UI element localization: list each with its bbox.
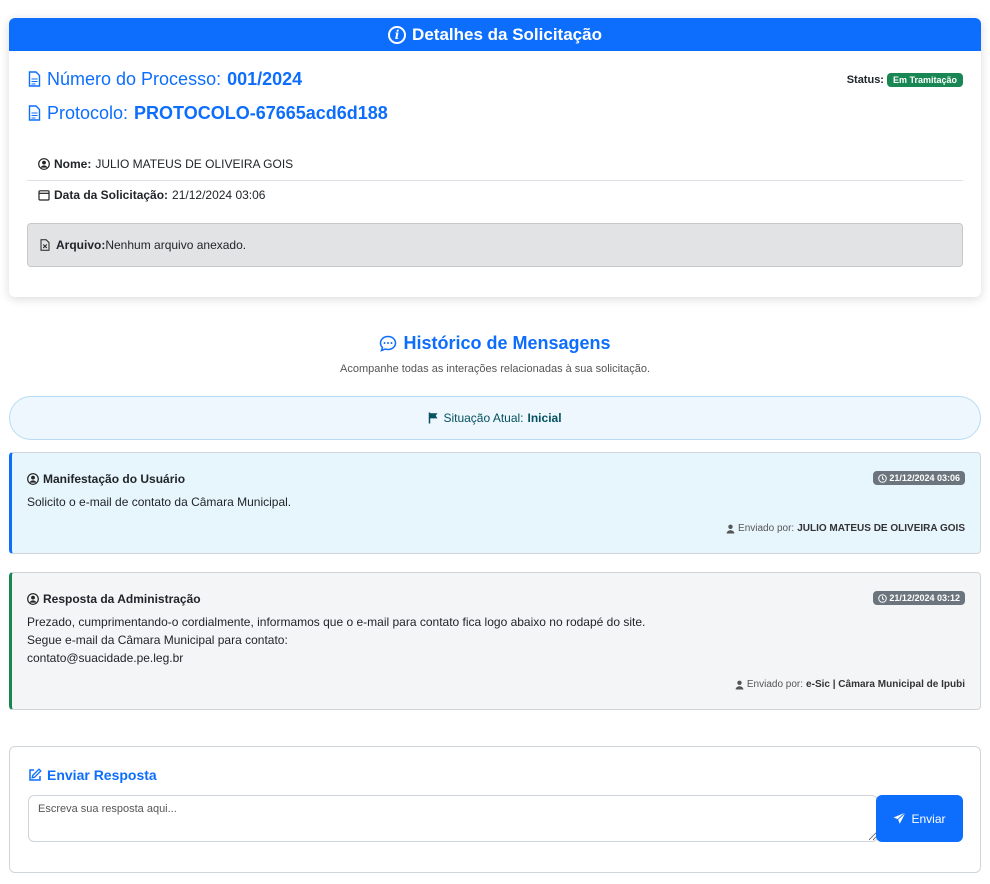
divider [27,180,963,181]
message-header: Manifestação do Usuário [27,472,185,486]
chat-dots-icon [380,335,397,352]
user-circle-icon [27,473,39,485]
details-header: i Detalhes da Solicitação [9,18,981,51]
document-icon [28,105,41,121]
name-value: JULIO MATEUS DE OLIVEIRA GOIS [95,157,294,171]
file-x-icon [40,239,50,251]
person-icon [735,680,744,689]
sender-name: JULIO MATEUS DE OLIVEIRA GOIS [797,523,965,534]
status-label: Status: [846,74,884,86]
message-time-badge: 21/12/2024 03:12 [873,591,965,605]
details-card: i Detalhes da Solicitação Número do Proc… [9,18,981,297]
history-title-text: Histórico de Mensagens [403,333,611,353]
message-time: 21/12/2024 03:06 [889,473,960,483]
message-line: Solicito o e-mail de contato da Câmara M… [27,495,292,509]
message-card: Resposta da Administração 21/12/2024 03:… [9,572,981,710]
message-sender: Enviado por: e-Sic | Câmara Municipal de… [735,679,965,690]
attachment-box: Arquivo:Nenhum arquivo anexado. [27,223,963,267]
user-circle-icon [38,158,50,170]
message-line: Segue e-mail da Câmara Municipal para co… [27,633,288,647]
user-circle-icon [27,593,39,605]
calendar-icon [38,190,50,201]
pencil-square-icon [29,768,42,781]
document-icon [28,71,41,87]
message-time-badge: 21/12/2024 03:06 [873,471,965,485]
protocol-label: Protocolo: [47,103,129,123]
process-label: Número do Processo: [47,69,222,89]
send-button[interactable]: Enviar [876,795,963,842]
current-status-banner: Situação Atual: Inicial [9,396,981,440]
message-header: Resposta da Administração [27,592,201,606]
attachment-label: Arquivo: [56,238,106,252]
protocol-value: PROTOCOLO-67665acd6d188 [134,103,388,123]
message-sender: Enviado por: JULIO MATEUS DE OLIVEIRA GO… [726,523,965,534]
message-title: Manifestação do Usuário [43,472,186,486]
reply-card: Enviar Resposta Enviar [9,746,981,873]
clock-icon [878,593,888,603]
message-body: Solicito o e-mail de contato da Câmara M… [27,493,291,511]
reply-title: Enviar Resposta [28,767,157,783]
message-time: 21/12/2024 03:12 [889,593,960,603]
name-row: Nome: JULIO MATEUS DE OLIVEIRA GOIS [27,157,963,171]
attachment-value: Nenhum arquivo anexado. [105,238,247,252]
info-icon: i [388,25,407,44]
protocol: Protocolo: PROTOCOLO-67665acd6d188 [28,103,388,124]
date-row: Data da Solicitação: 21/12/2024 03:06 [27,188,963,202]
current-status-value: Inicial [527,411,562,425]
reply-textarea[interactable] [28,795,878,842]
send-icon [893,812,907,824]
date-label: Data da Solicitação: [54,188,169,202]
reply-title-text: Enviar Resposta [47,767,157,783]
status: Status: Em Tramitação [847,73,963,87]
message-line: Prezado, cumprimentando-o cordialmente, … [27,615,646,629]
details-header-title: Detalhes da Solicitação [412,24,602,44]
person-icon [726,524,735,533]
message-body: Prezado, cumprimentando-o cordialmente, … [27,613,645,667]
date-value: 21/12/2024 03:06 [172,188,266,202]
process-value: 001/2024 [227,69,303,89]
flag-icon [429,412,438,424]
status-badge: Em Tramitação [886,73,963,87]
message-title: Resposta da Administração [43,592,201,606]
message-line: contato@suacidade.pe.leg.br [27,651,184,665]
sender-label: Enviado por: [738,523,795,534]
current-status-label: Situação Atual: [443,411,524,425]
sender-label: Enviado por: [746,679,804,690]
process-number: Número do Processo: 001/2024 [28,69,302,90]
clock-icon [878,473,888,483]
message-card: Manifestação do Usuário 21/12/2024 03:06… [9,452,981,554]
history-title: Histórico de Mensagens [0,333,990,354]
send-button-label: Enviar [911,811,946,826]
sender-name: e-Sic | Câmara Municipal de Ipubi [806,679,965,690]
name-label: Nome: [54,157,92,171]
history-subtitle: Acompanhe todas as interações relacionad… [339,363,651,375]
